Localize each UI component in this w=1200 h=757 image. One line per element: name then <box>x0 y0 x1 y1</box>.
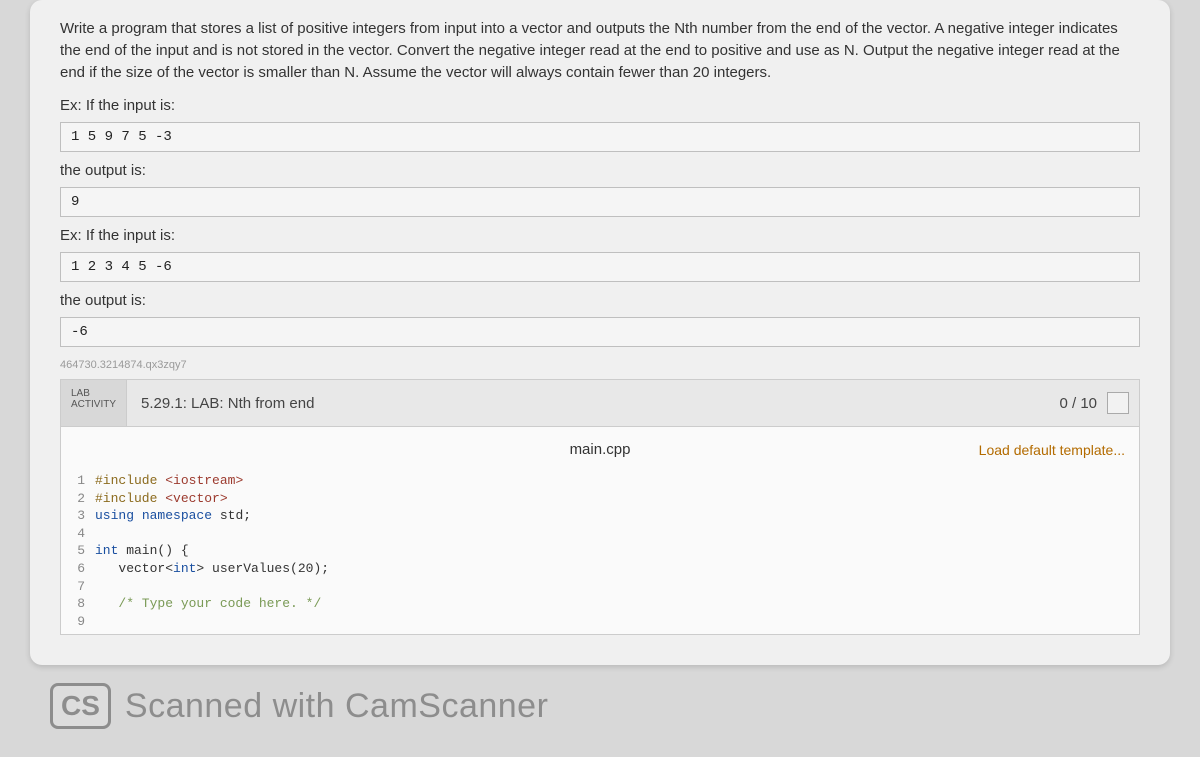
code-line[interactable]: 7 <box>61 578 1139 596</box>
activity-title: 5.29.1: LAB: Nth from end <box>127 380 1049 426</box>
code-line[interactable]: 3using namespace std; <box>61 507 1139 525</box>
example1-input: 1 5 9 7 5 -3 <box>60 122 1140 152</box>
line-number: 5 <box>61 542 95 560</box>
line-number: 6 <box>61 560 95 578</box>
code-content[interactable]: int main() { <box>95 542 189 560</box>
code-line[interactable]: 4 <box>61 525 1139 543</box>
problem-description: Write a program that stores a list of po… <box>60 18 1140 83</box>
activity-tab-line1: LAB <box>71 388 116 399</box>
example1-output-label: the output is: <box>60 162 1140 179</box>
code-line[interactable]: 8 /* Type your code here. */ <box>61 595 1139 613</box>
line-number: 4 <box>61 525 95 543</box>
line-number: 2 <box>61 490 95 508</box>
editor-header: main.cpp Load default template... <box>61 441 1139 468</box>
code-editor[interactable]: 1#include <iostream>2#include <vector>3u… <box>61 468 1139 634</box>
code-line[interactable]: 6 vector<int> userValues(20); <box>61 560 1139 578</box>
score-area: 0 / 10 <box>1049 380 1139 426</box>
line-number: 7 <box>61 578 95 596</box>
score-checkbox[interactable] <box>1107 392 1129 414</box>
watermark-text: Scanned with CamScanner <box>125 687 549 726</box>
line-number: 3 <box>61 507 95 525</box>
activity-header: LAB ACTIVITY 5.29.1: LAB: Nth from end 0… <box>60 379 1140 427</box>
score-text: 0 / 10 <box>1059 395 1097 412</box>
example2-label: Ex: If the input is: <box>60 227 1140 244</box>
code-line[interactable]: 2#include <vector> <box>61 490 1139 508</box>
activity-tab: LAB ACTIVITY <box>61 380 127 426</box>
code-content[interactable]: #include <vector> <box>95 490 228 508</box>
code-content[interactable]: vector<int> userValues(20); <box>95 560 329 578</box>
filename-label: main.cpp <box>425 441 775 458</box>
editor-panel: main.cpp Load default template... 1#incl… <box>60 427 1140 635</box>
example1-output: 9 <box>60 187 1140 217</box>
example2-output: -6 <box>60 317 1140 347</box>
load-default-template-link[interactable]: Load default template... <box>775 442 1125 458</box>
hash-id: 464730.3214874.qx3zqy7 <box>60 359 1140 371</box>
example1-label: Ex: If the input is: <box>60 97 1140 114</box>
activity-tab-line2: ACTIVITY <box>71 399 116 410</box>
code-content[interactable]: /* Type your code here. */ <box>95 595 321 613</box>
cs-badge-icon: CS <box>50 683 111 729</box>
example2-input: 1 2 3 4 5 -6 <box>60 252 1140 282</box>
code-line[interactable]: 9 <box>61 613 1139 631</box>
line-number: 9 <box>61 613 95 631</box>
example2-output-label: the output is: <box>60 292 1140 309</box>
line-number: 1 <box>61 472 95 490</box>
code-content[interactable]: using namespace std; <box>95 507 251 525</box>
code-line[interactable]: 5int main() { <box>61 542 1139 560</box>
camscanner-watermark: CS Scanned with CamScanner <box>50 683 548 729</box>
code-line[interactable]: 1#include <iostream> <box>61 472 1139 490</box>
problem-card: Write a program that stores a list of po… <box>30 0 1170 665</box>
code-content[interactable]: #include <iostream> <box>95 472 243 490</box>
line-number: 8 <box>61 595 95 613</box>
